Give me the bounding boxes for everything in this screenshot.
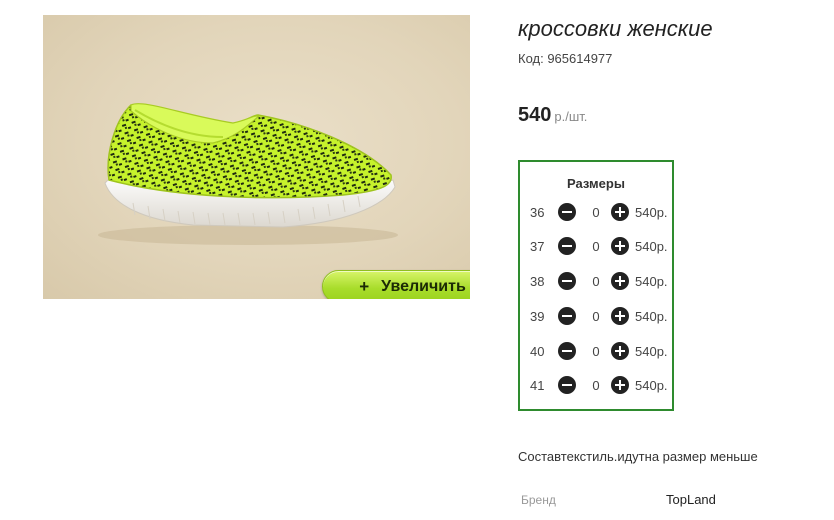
size-label: 37 (530, 239, 545, 254)
brand-value: TopLand (666, 492, 716, 507)
quantity-value: 0 (592, 309, 600, 324)
plus-icon[interactable] (611, 237, 629, 255)
size-label: 36 (530, 205, 545, 220)
size-price: 540р. (635, 378, 668, 393)
quantity-value: 0 (592, 205, 600, 220)
size-row: 36 0 540р. (530, 203, 670, 223)
size-price: 540р. (635, 309, 668, 324)
plus-icon[interactable] (611, 307, 629, 325)
size-row: 37 0 540р. (530, 237, 670, 257)
plus-icon[interactable] (611, 272, 629, 290)
minus-icon[interactable] (558, 376, 576, 394)
size-row: 39 0 540р. (530, 307, 670, 327)
size-row: 40 0 540р. (530, 342, 670, 362)
size-price: 540р. (635, 239, 668, 254)
zoom-button[interactable]: + Увеличить (322, 270, 470, 299)
quantity-value: 0 (592, 239, 600, 254)
product-description: Составтекстиль.идутна размер меньше (518, 449, 758, 464)
size-label: 40 (530, 344, 545, 359)
price-unit: р./шт. (554, 109, 588, 124)
plus-icon[interactable] (611, 203, 629, 221)
size-row: 38 0 540р. (530, 272, 670, 292)
size-price: 540р. (635, 205, 668, 220)
size-price: 540р. (635, 344, 668, 359)
plus-icon: + (359, 276, 370, 296)
brand-label: Бренд (521, 493, 556, 507)
size-row: 41 0 540р. (530, 376, 670, 396)
minus-icon[interactable] (558, 203, 576, 221)
minus-icon[interactable] (558, 342, 576, 360)
minus-icon[interactable] (558, 237, 576, 255)
product-code: Код: 965614977 (518, 51, 613, 66)
plus-icon[interactable] (611, 376, 629, 394)
product-price: 540 р./шт. (518, 104, 587, 127)
quantity-value: 0 (592, 274, 600, 289)
size-label: 41 (530, 378, 545, 393)
minus-icon[interactable] (558, 272, 576, 290)
size-label: 39 (530, 309, 545, 324)
quantity-value: 0 (592, 344, 600, 359)
size-price: 540р. (635, 274, 668, 289)
minus-icon[interactable] (558, 307, 576, 325)
sizes-heading: Размеры (567, 176, 625, 191)
size-label: 38 (530, 274, 545, 289)
quantity-value: 0 (592, 378, 600, 393)
shoe-illustration (98, 103, 398, 245)
plus-icon[interactable] (611, 342, 629, 360)
product-image[interactable]: + Увеличить (43, 15, 470, 299)
product-title: кроссовки женские (518, 16, 713, 41)
zoom-label: Увеличить (381, 277, 466, 295)
sizes-panel: Размеры 36 0 540р. 37 0 540р. 38 0 540р.… (518, 160, 674, 411)
price-amount: 540 (518, 104, 552, 126)
